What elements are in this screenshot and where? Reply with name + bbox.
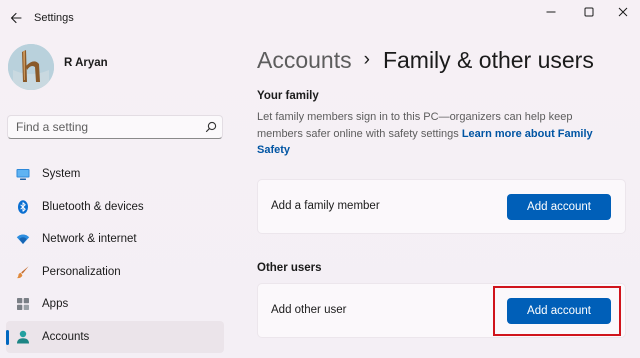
avatar-image xyxy=(8,44,54,90)
sidebar-item-network[interactable]: Network & internet xyxy=(6,223,224,256)
back-button[interactable] xyxy=(6,8,26,28)
person-icon xyxy=(17,330,29,343)
brush-icon xyxy=(16,265,29,278)
search-input[interactable] xyxy=(8,116,198,138)
close-icon xyxy=(618,7,628,17)
search-icon[interactable] xyxy=(204,120,218,134)
sidebar-item-label: System xyxy=(42,168,81,181)
close-button[interactable] xyxy=(606,2,640,22)
sidebar-nav: System Bluetooth & devices Network & int… xyxy=(6,158,224,353)
sidebar-item-system[interactable]: System xyxy=(6,158,224,191)
sidebar-item-bluetooth[interactable]: Bluetooth & devices xyxy=(6,191,224,224)
sidebar-item-label: Personalization xyxy=(42,265,121,278)
family-description: Let family members sign in to this PC—or… xyxy=(257,109,617,159)
minimize-button[interactable] xyxy=(534,2,568,22)
user-name: R Aryan xyxy=(64,57,108,69)
card-label: Add other user xyxy=(271,304,347,316)
breadcrumb-parent[interactable]: Accounts xyxy=(257,47,352,74)
add-family-member-card: Add a family member Add account xyxy=(257,179,626,234)
sidebar-item-apps[interactable]: Apps xyxy=(6,288,224,321)
breadcrumb: Accounts › Family & other users xyxy=(257,43,594,77)
sidebar-item-label: Accounts xyxy=(42,330,90,343)
settings-window: Settings R Aryan Find a setting System B… xyxy=(0,0,640,358)
apps-icon xyxy=(17,298,29,310)
highlight-box xyxy=(493,286,621,336)
minimize-icon xyxy=(546,11,556,13)
sidebar-item-label: Bluetooth & devices xyxy=(42,200,144,213)
title-bar: Settings xyxy=(0,0,640,36)
card-label: Add a family member xyxy=(271,200,380,212)
maximize-button[interactable] xyxy=(572,2,606,22)
page-title: Family & other users xyxy=(382,46,594,73)
section-title-other-users: Other users xyxy=(257,262,322,274)
wifi-icon xyxy=(16,234,30,244)
sidebar-item-label: Apps xyxy=(42,298,69,311)
breadcrumb-separator: › xyxy=(363,49,370,70)
section-title-your-family: Your family xyxy=(257,90,319,102)
sidebar-item-label: Network & internet xyxy=(42,233,137,246)
app-title: Settings xyxy=(34,12,74,24)
add-family-account-button[interactable]: Add account xyxy=(507,194,611,220)
bluetooth-icon xyxy=(18,199,28,214)
sidebar-item-personalization[interactable]: Personalization xyxy=(6,256,224,289)
monitor-icon xyxy=(16,169,30,180)
sidebar-item-accounts[interactable]: Accounts xyxy=(6,320,224,353)
search-box[interactable] xyxy=(7,115,223,139)
avatar[interactable] xyxy=(8,44,54,90)
maximize-icon xyxy=(584,7,594,17)
back-arrow-icon xyxy=(10,12,22,24)
